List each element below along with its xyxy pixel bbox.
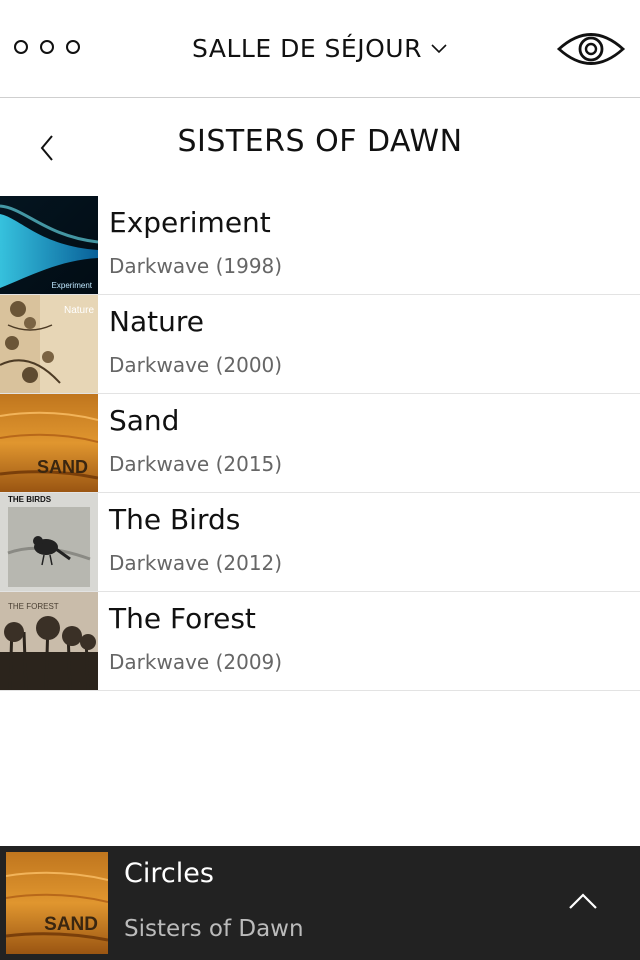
album-row[interactable]: Nature Nature Darkwave (2000) bbox=[0, 295, 640, 394]
room-selector[interactable]: SALLE DE SÉJOUR bbox=[0, 30, 640, 66]
now-playing-bar[interactable]: SAND Circles Sisters of Dawn bbox=[0, 846, 640, 960]
album-subtitle: Darkwave (2015) bbox=[109, 452, 283, 476]
album-cover-text: Nature bbox=[63, 305, 94, 316]
app-screen: SALLE DE SÉJOUR SISTERS OF DAWN Experime… bbox=[0, 0, 640, 960]
album-cover: THE BIRDS bbox=[0, 493, 98, 591]
album-cover: SAND bbox=[0, 394, 98, 492]
album-cover-text: THE BIRDS bbox=[8, 495, 52, 504]
chevron-up-icon[interactable] bbox=[566, 888, 600, 912]
album-title: The Birds bbox=[109, 503, 241, 536]
room-label: SALLE DE SÉJOUR bbox=[192, 33, 422, 63]
album-list: Experiment Experiment Darkwave (1998) Na… bbox=[0, 196, 640, 691]
album-row[interactable]: SAND Sand Darkwave (2015) bbox=[0, 394, 640, 493]
chevron-down-icon bbox=[431, 44, 447, 54]
album-title: Sand bbox=[109, 404, 180, 437]
album-cover-art bbox=[0, 196, 98, 294]
album-cover: Experiment bbox=[0, 196, 98, 294]
album-title: The Forest bbox=[109, 602, 256, 635]
album-title: Experiment bbox=[109, 206, 271, 239]
album-subtitle: Darkwave (2000) bbox=[109, 353, 283, 377]
album-subtitle: Darkwave (2009) bbox=[109, 650, 283, 674]
album-subtitle: Darkwave (1998) bbox=[109, 254, 283, 278]
album-row[interactable]: THE FOREST The Forest Darkwave (2009) bbox=[0, 592, 640, 691]
album-cover: THE FOREST bbox=[0, 592, 98, 690]
now-playing-artist: Sisters of Dawn bbox=[124, 916, 304, 942]
top-bar: SALLE DE SÉJOUR bbox=[0, 0, 640, 98]
album-cover-text: THE FOREST bbox=[8, 602, 59, 611]
now-playing-cover: SAND bbox=[6, 852, 108, 954]
album-title: Nature bbox=[109, 305, 204, 338]
now-playing-track: Circles bbox=[124, 858, 214, 889]
album-row[interactable]: Experiment Experiment Darkwave (1998) bbox=[0, 196, 640, 295]
album-cover: Nature bbox=[0, 295, 98, 393]
album-row[interactable]: THE BIRDS The Birds Darkwave (2012) bbox=[0, 493, 640, 592]
now-playing-cover-text: SAND bbox=[44, 914, 98, 935]
eye-icon[interactable] bbox=[556, 26, 626, 72]
album-cover-text: SAND bbox=[36, 457, 88, 477]
now-playing-cover-art bbox=[6, 852, 108, 954]
page-title: SISTERS OF DAWN bbox=[177, 124, 463, 159]
album-cover-art bbox=[0, 493, 98, 591]
album-subtitle: Darkwave (2012) bbox=[109, 551, 283, 575]
album-cover-text: Experiment bbox=[51, 281, 92, 290]
